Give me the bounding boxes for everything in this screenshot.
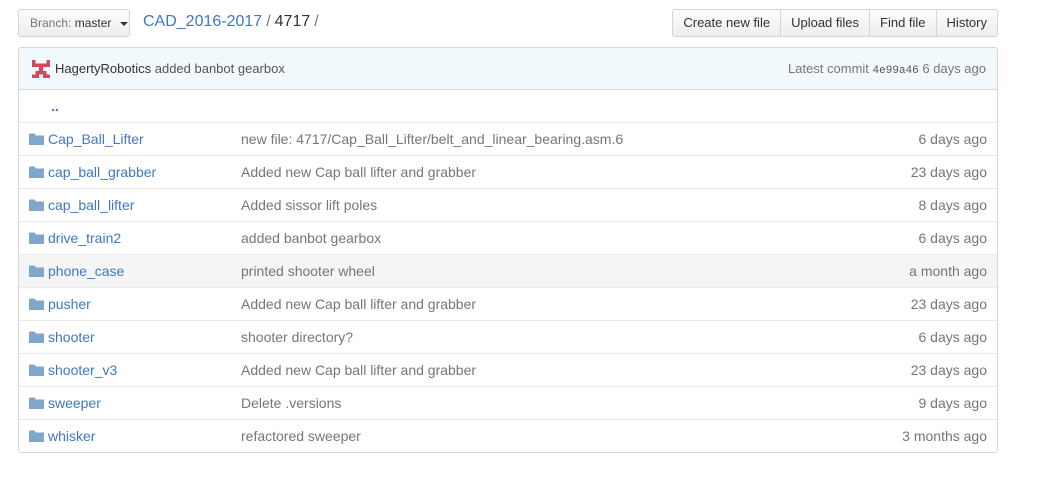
file-commit-message-link[interactable]: Added new Cap ball lifter and grabber bbox=[241, 156, 476, 188]
file-name-link[interactable]: sweeper bbox=[48, 387, 101, 419]
file-row: shooter shooter directory? 6 days ago bbox=[19, 320, 997, 353]
file-row: cap_ball_grabber Added new Cap ball lift… bbox=[19, 155, 997, 188]
file-name-link[interactable]: cap_ball_grabber bbox=[48, 156, 156, 188]
file-commit-message-link[interactable]: shooter directory? bbox=[241, 321, 353, 353]
file-name-link[interactable]: shooter_v3 bbox=[48, 354, 117, 386]
file-name-link[interactable]: Cap_Ball_Lifter bbox=[48, 123, 144, 155]
file-commit-message-link[interactable]: Added sissor lift poles bbox=[241, 189, 377, 221]
breadcrumb-separator: / bbox=[266, 13, 271, 30]
latest-commit-info: Latest commit 4e99a46 6 days ago bbox=[788, 48, 986, 92]
file-age: 8 days ago bbox=[918, 197, 988, 213]
find-file-button[interactable]: Find file bbox=[869, 9, 937, 37]
folder-icon bbox=[29, 166, 44, 178]
folder-icon bbox=[29, 133, 44, 145]
file-name-link[interactable]: shooter bbox=[48, 321, 95, 353]
file-row: drive_train2 added banbot gearbox 6 days… bbox=[19, 221, 997, 254]
file-commit-message-link[interactable]: Delete .versions bbox=[241, 387, 341, 419]
file-navigation: Branch: master CAD_2016-2017/4717/ Creat… bbox=[18, 9, 998, 37]
file-actions: Create new file Upload files Find file H… bbox=[672, 9, 998, 37]
file-row: pusher Added new Cap ball lifter and gra… bbox=[19, 287, 997, 320]
commit-summary: HagertyRobotics added banbot gearbox bbox=[55, 48, 285, 89]
file-row: whisker refactored sweeper 3 months ago bbox=[19, 419, 997, 452]
file-commit-message-link[interactable]: printed shooter wheel bbox=[241, 255, 375, 287]
folder-icon bbox=[29, 265, 44, 277]
folder-icon bbox=[29, 430, 44, 442]
file-commit-message-link[interactable]: new file: 4717/Cap_Ball_Lifter/belt_and_… bbox=[241, 123, 623, 155]
folder-icon bbox=[29, 331, 44, 343]
branch-select-button[interactable]: Branch: master bbox=[18, 9, 130, 37]
folder-icon bbox=[29, 298, 44, 310]
file-name-link[interactable]: pusher bbox=[48, 288, 91, 320]
file-age: 6 days ago bbox=[918, 230, 988, 246]
file-name-link[interactable]: phone_case bbox=[48, 255, 124, 287]
file-row: cap_ball_lifter Added sissor lift poles … bbox=[19, 188, 997, 221]
folder-icon bbox=[29, 232, 44, 244]
commit-message-link[interactable]: added banbot gearbox bbox=[155, 61, 285, 76]
upload-files-button[interactable]: Upload files bbox=[780, 9, 871, 37]
caret-down-icon bbox=[119, 21, 128, 26]
folder-icon bbox=[29, 397, 44, 409]
avatar-identicon[interactable] bbox=[32, 60, 50, 78]
file-name-link[interactable]: drive_train2 bbox=[48, 222, 121, 254]
breadcrumb: CAD_2016-2017/4717/ bbox=[143, 11, 323, 33]
file-name-link[interactable]: whisker bbox=[48, 420, 95, 452]
breadcrumb-repo-link[interactable]: CAD_2016-2017 bbox=[143, 13, 262, 30]
breadcrumb-separator: / bbox=[314, 13, 319, 30]
file-commit-message-link[interactable]: refactored sweeper bbox=[241, 420, 361, 452]
file-age: 6 days ago bbox=[918, 131, 988, 147]
file-commit-message-link[interactable]: Added new Cap ball lifter and grabber bbox=[241, 288, 476, 320]
parent-directory-row[interactable]: .. bbox=[19, 90, 997, 122]
file-age: 9 days ago bbox=[918, 395, 988, 411]
branch-prefix: Branch: bbox=[30, 16, 72, 30]
folder-icon bbox=[29, 364, 44, 376]
file-age: 3 months ago bbox=[902, 428, 987, 444]
file-commit-message-link[interactable]: Added new Cap ball lifter and grabber bbox=[241, 354, 476, 386]
folder-icon bbox=[29, 199, 44, 211]
breadcrumb-current-folder: 4717 bbox=[274, 13, 311, 30]
latest-commit-label: Latest commit bbox=[788, 61, 869, 76]
commit-author-link[interactable]: HagertyRobotics bbox=[55, 61, 151, 76]
file-commit-message-link[interactable]: added banbot gearbox bbox=[241, 222, 381, 254]
file-row: sweeper Delete .versions 9 days ago bbox=[19, 386, 997, 419]
commit-age: 6 days ago bbox=[922, 61, 986, 76]
file-age: 23 days ago bbox=[910, 164, 987, 180]
file-row: phone_case printed shooter wheel a month… bbox=[19, 254, 997, 287]
file-name-link[interactable]: cap_ball_lifter bbox=[48, 189, 134, 221]
file-age: a month ago bbox=[909, 263, 987, 279]
file-row: shooter_v3 Added new Cap ball lifter and… bbox=[19, 353, 997, 386]
branch-name: master bbox=[74, 16, 112, 30]
create-new-file-button[interactable]: Create new file bbox=[672, 9, 782, 37]
latest-commit-bar: HagertyRobotics added banbot gearbox Lat… bbox=[19, 48, 997, 90]
file-list: HagertyRobotics added banbot gearbox Lat… bbox=[18, 47, 998, 453]
file-age: 23 days ago bbox=[910, 296, 987, 312]
file-row: Cap_Ball_Lifter new file: 4717/Cap_Ball_… bbox=[19, 122, 997, 155]
commit-sha-link[interactable]: 4e99a46 bbox=[873, 65, 919, 77]
parent-directory-link[interactable]: .. bbox=[51, 90, 59, 122]
history-button[interactable]: History bbox=[935, 9, 998, 37]
file-age: 6 days ago bbox=[918, 329, 988, 345]
file-age: 23 days ago bbox=[910, 362, 987, 378]
